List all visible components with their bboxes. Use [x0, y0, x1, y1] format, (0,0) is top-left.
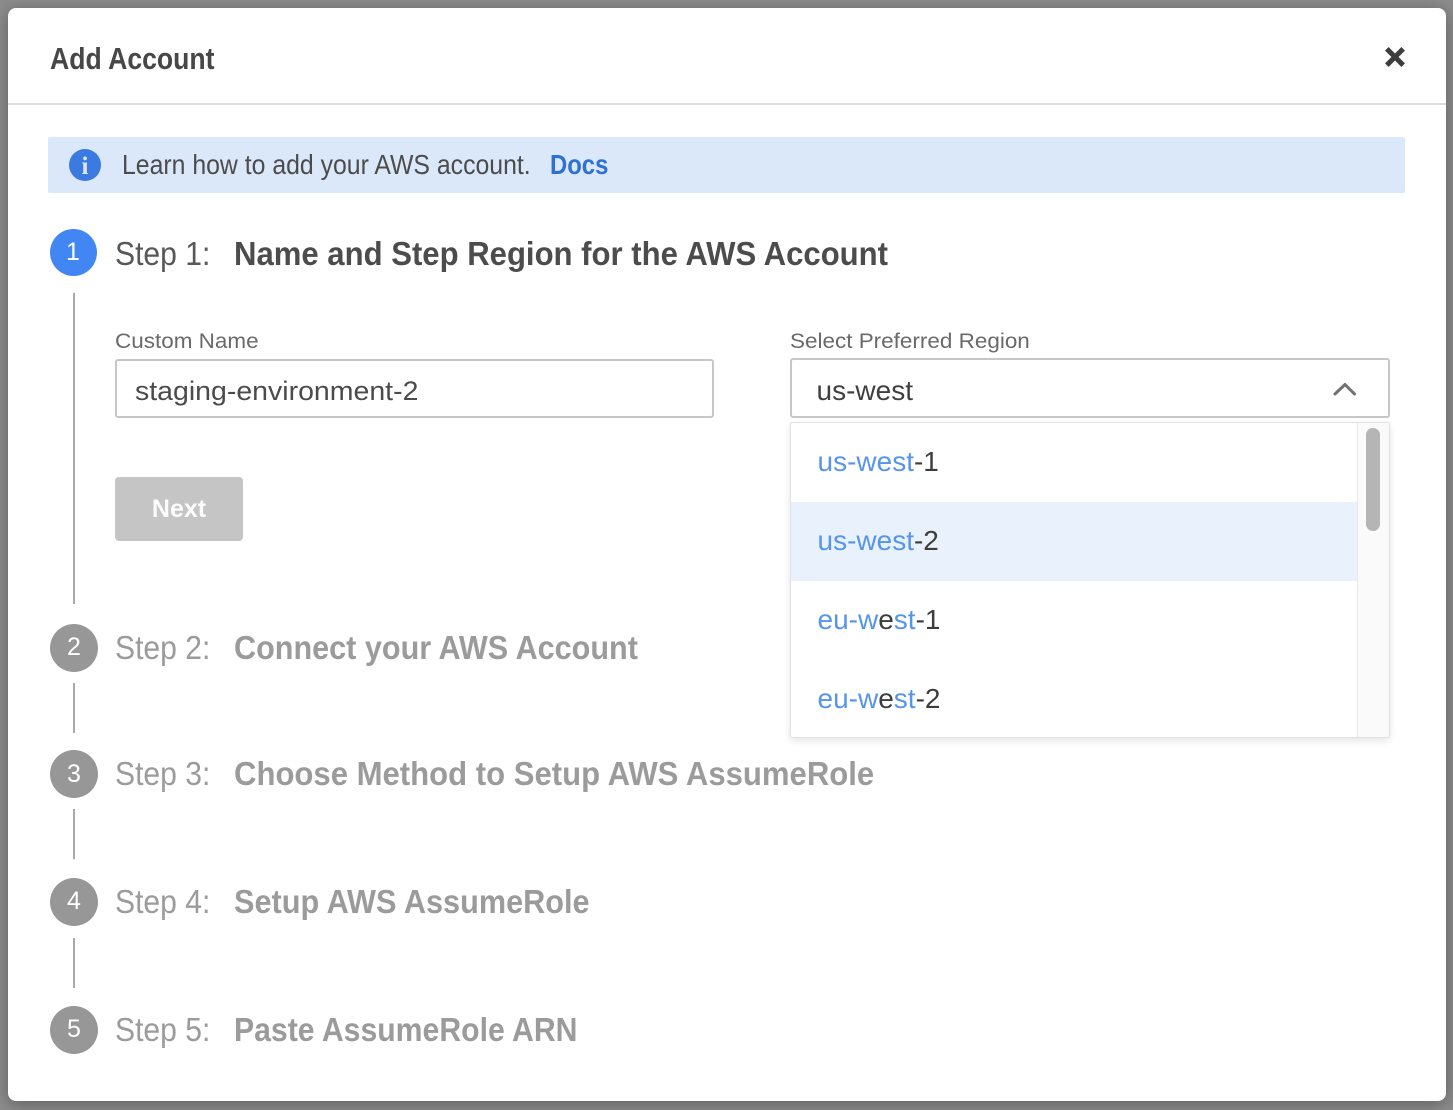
svg-text:i: i	[82, 153, 89, 180]
